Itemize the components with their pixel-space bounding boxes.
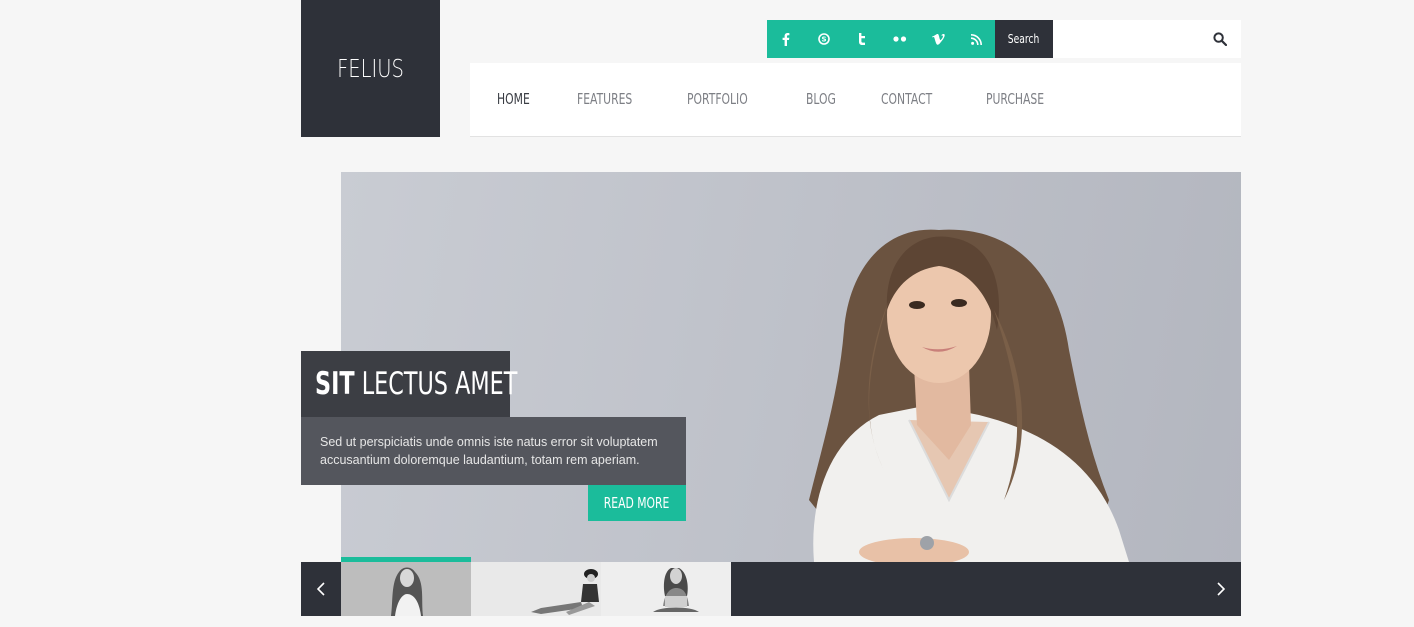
slide-title-rest: LECTUS AMET bbox=[361, 366, 518, 402]
skype-icon[interactable]: S bbox=[805, 20, 843, 58]
search-label: Search bbox=[995, 20, 1053, 58]
chevron-left-icon bbox=[317, 582, 325, 596]
nav-item-purchase[interactable]: PURCHASE bbox=[986, 90, 1067, 108]
search-icon[interactable] bbox=[1213, 32, 1227, 46]
search-field bbox=[1053, 20, 1241, 58]
facebook-icon[interactable] bbox=[767, 20, 805, 58]
logo-text: FELIUS bbox=[337, 54, 404, 83]
thumbnail-portrait-1 bbox=[341, 562, 471, 616]
slide-thumbnail-3[interactable] bbox=[601, 562, 731, 616]
slide-thumbnail-1[interactable] bbox=[341, 562, 471, 616]
nav-item-contact[interactable]: CONTACT bbox=[881, 90, 952, 108]
rss-icon[interactable] bbox=[957, 20, 995, 58]
woman-portrait-illustration bbox=[809, 229, 1129, 562]
slide-thumbnail-2[interactable] bbox=[471, 562, 601, 616]
active-thumbnail-indicator bbox=[341, 557, 471, 562]
site-logo[interactable]: FELIUS bbox=[301, 0, 440, 137]
nav-item-blog[interactable]: BLOG bbox=[806, 90, 848, 108]
main-nav: HOME FEATURES PORTFOLIO BLOG CONTACT PUR… bbox=[470, 63, 1241, 137]
slide-title-bold: SIT bbox=[315, 366, 355, 402]
next-slide-button[interactable] bbox=[1201, 562, 1241, 616]
prev-slide-button[interactable] bbox=[301, 562, 341, 616]
vimeo-icon[interactable] bbox=[919, 20, 957, 58]
chevron-right-icon bbox=[1217, 582, 1225, 596]
thumbnail-bar bbox=[301, 562, 1241, 616]
nav-item-features[interactable]: FEATURES bbox=[577, 90, 654, 108]
social-links: S bbox=[767, 20, 995, 58]
flickr-icon[interactable] bbox=[881, 20, 919, 58]
twitter-icon[interactable] bbox=[843, 20, 881, 58]
nav-item-portfolio[interactable]: PORTFOLIO bbox=[687, 90, 771, 108]
top-bar: S Search bbox=[767, 20, 1241, 58]
nav-item-home[interactable]: HOME bbox=[497, 90, 543, 108]
svg-text:S: S bbox=[821, 36, 826, 44]
read-more-button[interactable]: READ MORE bbox=[588, 485, 686, 521]
slide-description: Sed ut perspiciatis unde omnis iste natu… bbox=[301, 417, 686, 485]
thumbnail-portrait-2 bbox=[471, 562, 601, 616]
thumbnail-portrait-3 bbox=[601, 562, 731, 616]
slide-title: SIT LECTUS AMET bbox=[301, 351, 517, 417]
